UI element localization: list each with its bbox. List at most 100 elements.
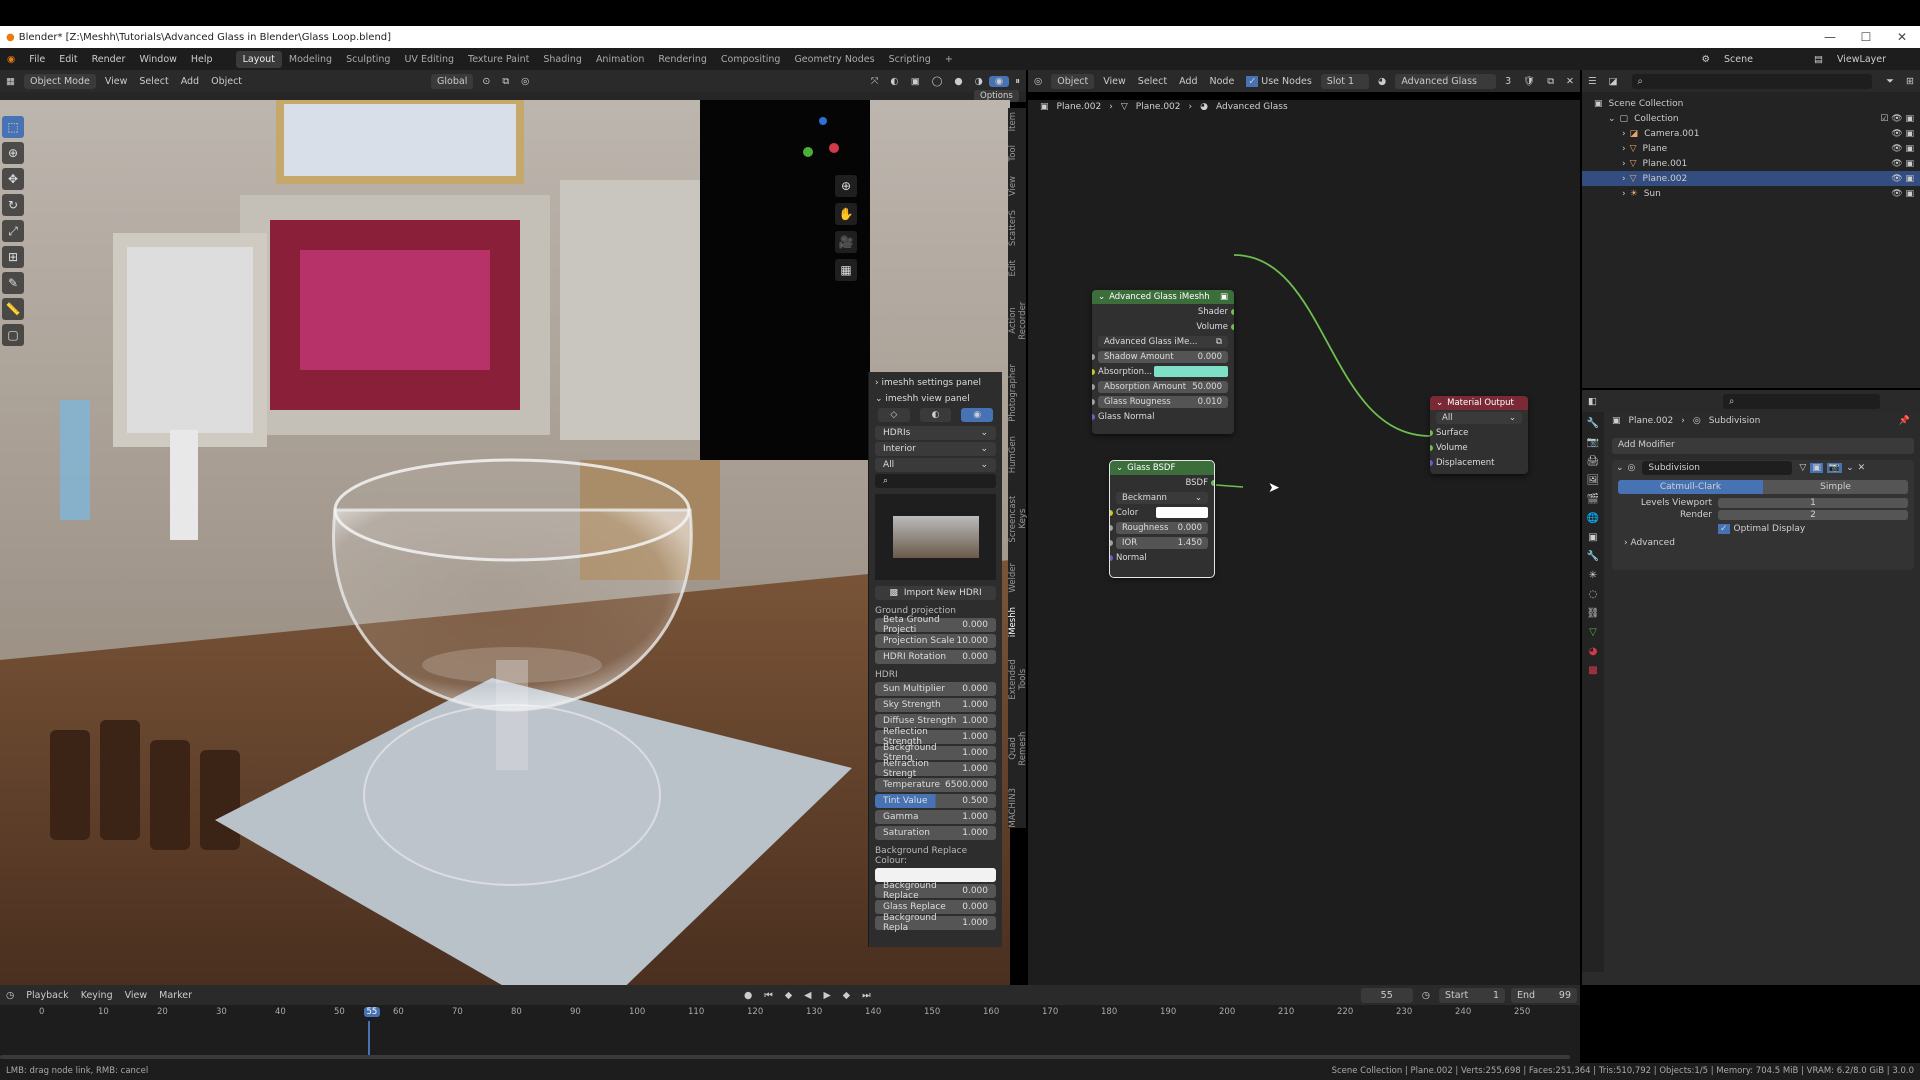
collection-visibility-icons[interactable]: ☑ 👁 ▣ — [1880, 114, 1914, 124]
absorption-color-swatch[interactable] — [1154, 366, 1228, 377]
current-frame-field[interactable]: 55 — [1360, 987, 1413, 1003]
menu-object[interactable]: Object — [205, 76, 248, 87]
play-icon[interactable]: ▶ — [817, 990, 836, 1001]
material-output-node[interactable]: ⌄ Material Output All ⌄ Surface Volume Dis… — [1430, 396, 1528, 474]
socket-displacement-in[interactable] — [1430, 459, 1433, 466]
optimal-display-checkbox[interactable]: ✓ Optimal Display — [1718, 524, 1908, 534]
user-count[interactable]: 3 — [1499, 76, 1517, 87]
shader-node-editor[interactable]: ▣ Plane.002 › ▽ Plane.002 › ◕ Advanced G… — [1028, 100, 1580, 985]
bg-setting-field[interactable]: Background Repla 1.000 — [875, 913, 996, 933]
advanced-subpanel[interactable]: › Advanced — [1624, 538, 1902, 548]
outliner-search-input[interactable]: ⌕ — [1631, 73, 1873, 89]
outliner-item-plane-002[interactable]: › ▽ Plane.002 👁 ▣ — [1582, 171, 1920, 186]
transform-icon[interactable]: ⊞ — [2, 246, 24, 268]
menu-window[interactable]: Window — [132, 54, 183, 65]
search-input[interactable]: ⌕ — [875, 474, 996, 488]
marker-menu[interactable]: Marker — [153, 990, 198, 1001]
scale-icon[interactable]: ⤢ — [2, 220, 24, 242]
view-panel-header[interactable]: ⌄ imeshh view panel — [875, 394, 996, 404]
sidebar-tab[interactable]: Tool — [1008, 145, 1026, 162]
import-hdri-button[interactable]: ▩ Import New HDRI — [875, 586, 996, 600]
rotate-icon[interactable]: ↻ — [2, 194, 24, 216]
modifier-tab-icon[interactable]: 🔧 — [1587, 551, 1599, 562]
physics-tab-icon[interactable]: ◌ — [1589, 589, 1598, 600]
ground-setting-field[interactable]: Projection Scale 10.000 — [875, 634, 996, 648]
ground-setting-field[interactable]: Beta Ground Projecti 0.000 — [875, 615, 996, 635]
tab-geometry-nodes[interactable]: Geometry Nodes — [787, 51, 881, 68]
output-tab-icon[interactable]: 🖨 — [1587, 456, 1600, 467]
target-dropdown[interactable]: All ⌄ — [1436, 411, 1522, 424]
add-cube-icon[interactable]: ▢ — [2, 324, 24, 346]
glass-node-header[interactable]: ⌄ Glass BSDF — [1110, 461, 1214, 475]
node-menu-add[interactable]: Add — [1173, 76, 1203, 87]
material-tab-icon[interactable]: ◐ — [919, 408, 952, 422]
node-editor-type-icon[interactable]: ◎ — [1028, 76, 1048, 87]
node-menu-view[interactable]: View — [1097, 76, 1132, 87]
bg-setting-field[interactable]: Glass Replace 0.000 — [875, 900, 996, 914]
camera-visibility-icon[interactable]: 👁 ▣ — [1891, 129, 1914, 139]
particles-tab-icon[interactable]: ✳ — [1589, 570, 1597, 581]
tab-sculpting[interactable]: Sculpting — [339, 51, 397, 68]
hdri-setting-field[interactable]: Sun Multiplier 0.000 — [875, 682, 996, 696]
tab-texture-paint[interactable]: Texture Paint — [461, 51, 536, 68]
socket-volume-out[interactable] — [1231, 323, 1234, 330]
hdri-setting-field[interactable]: Saturation 1.000 — [875, 826, 996, 840]
viewport-toggle-icon[interactable]: ▣ — [1810, 463, 1823, 473]
maximize-icon[interactable]: ☐ — [1848, 26, 1884, 48]
hdri-setting-field[interactable]: Tint Value 0.500 — [875, 794, 996, 808]
sidebar-tab[interactable]: Extended Tools — [1008, 651, 1028, 708]
sidebar-tab[interactable]: Action Recorder — [1008, 291, 1028, 351]
plane-001-visibility-icon[interactable]: 👁 ▣ — [1891, 159, 1914, 169]
sun-visibility-icon[interactable]: 👁 ▣ — [1891, 189, 1914, 199]
filter-dropdown[interactable]: All ⌄ — [875, 458, 996, 472]
playback-menu[interactable]: Playback — [20, 990, 74, 1001]
jump-start-icon[interactable]: ⏮ — [758, 990, 779, 1001]
axis-y-icon[interactable] — [803, 147, 813, 157]
socket-shader-out[interactable] — [1231, 308, 1234, 315]
data-tab-icon[interactable]: ▽ — [1589, 627, 1597, 638]
output-node-header[interactable]: ⌄ Material Output — [1430, 396, 1528, 410]
subcategory-dropdown[interactable]: Interior ⌄ — [875, 442, 996, 456]
advanced-glass-group-node[interactable]: ⌄ Advanced Glass iMeshh ▣ Shader Volume A… — [1092, 290, 1234, 434]
add-workspace-button[interactable]: + — [938, 51, 960, 68]
pause-render-icon[interactable]: ⏸ — [1009, 76, 1026, 87]
outliner-item-plane-001[interactable]: › ▽ Plane.001 👁 ▣ — [1582, 156, 1920, 171]
orientation-dropdown[interactable]: Global — [431, 73, 474, 89]
measure-icon[interactable]: 📏 — [2, 298, 24, 320]
tab-shading[interactable]: Shading — [536, 51, 589, 68]
catmull-clark-button[interactable]: Catmull-Clark — [1618, 480, 1763, 494]
world-tab-icon[interactable]: 🌐 — [1587, 513, 1599, 524]
sidebar-tab[interactable]: ScatterS — [1008, 210, 1026, 246]
outliner-item-sun[interactable]: › ☀ Sun 👁 ▣ — [1582, 186, 1920, 201]
outliner-item-plane[interactable]: › ▽ Plane 👁 ▣ — [1582, 141, 1920, 156]
texture-tab-icon[interactable]: ▩ — [1588, 665, 1597, 676]
modifier-name-field[interactable]: Subdivision — [1642, 461, 1793, 475]
annotate-icon[interactable]: ✎ — [2, 272, 24, 294]
render-tab-icon[interactable]: 📷 — [1587, 437, 1599, 448]
view-layer-name[interactable]: ViewLayer — [1830, 54, 1920, 65]
ior-field[interactable]: IOR 1.450 — [1116, 536, 1208, 549]
start-frame-field[interactable]: Start 1 — [1439, 987, 1505, 1003]
render-toggle-icon[interactable]: 📷 — [1826, 463, 1843, 473]
sidebar-tab[interactable]: MACHIN3 — [1008, 788, 1026, 828]
node-menu-node[interactable]: Node — [1204, 76, 1241, 87]
pin-icon[interactable]: 📌 — [1899, 416, 1910, 426]
distribution-dropdown[interactable]: Beckmann ⌄ — [1116, 491, 1208, 504]
timeline-view-menu[interactable]: View — [119, 990, 154, 1001]
socket-surface-in[interactable] — [1430, 429, 1433, 436]
3d-viewport[interactable] — [0, 100, 1010, 985]
sidebar-tab[interactable]: Photographer — [1008, 364, 1026, 422]
socket-bsdf-out[interactable] — [1211, 479, 1214, 486]
keying-menu[interactable]: Keying — [75, 990, 119, 1001]
hdri-setting-field[interactable]: Reflection Strength 1.000 — [875, 727, 996, 747]
cursor-icon[interactable]: ⊕ — [2, 142, 24, 164]
tab-modeling[interactable]: Modeling — [282, 51, 339, 68]
blender-menu-icon[interactable]: ◉ — [0, 54, 22, 65]
group-node-header[interactable]: ⌄ Advanced Glass iMeshh ▣ — [1092, 290, 1234, 304]
properties-search-input[interactable]: ⌕ — [1722, 393, 1880, 409]
hdri-setting-field[interactable]: Temperature 6500.000 — [875, 778, 996, 792]
camera-view-icon[interactable]: 🎥 — [835, 231, 857, 253]
display-mode-icon[interactable]: ◪ — [1603, 76, 1624, 87]
absorption-amount-field[interactable]: Absorption Amount 50.000 — [1098, 380, 1228, 393]
frame-ruler[interactable]: 0 10 20 30 40 50 55 60 70 80 90 100 110 120 130 140 150 1… — [0, 1005, 1580, 1021]
